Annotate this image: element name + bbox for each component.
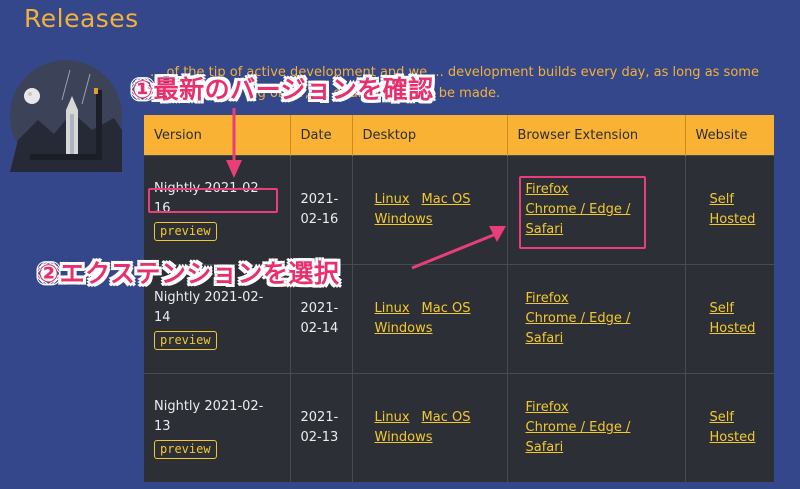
arrow-up-right-icon — [411, 226, 506, 270]
annotation-step-2: ②エクステンションを選択 — [38, 259, 340, 288]
annotation-step-1: ①最新のバージョンを確認 — [132, 75, 434, 104]
arrow-down-icon — [226, 108, 242, 178]
